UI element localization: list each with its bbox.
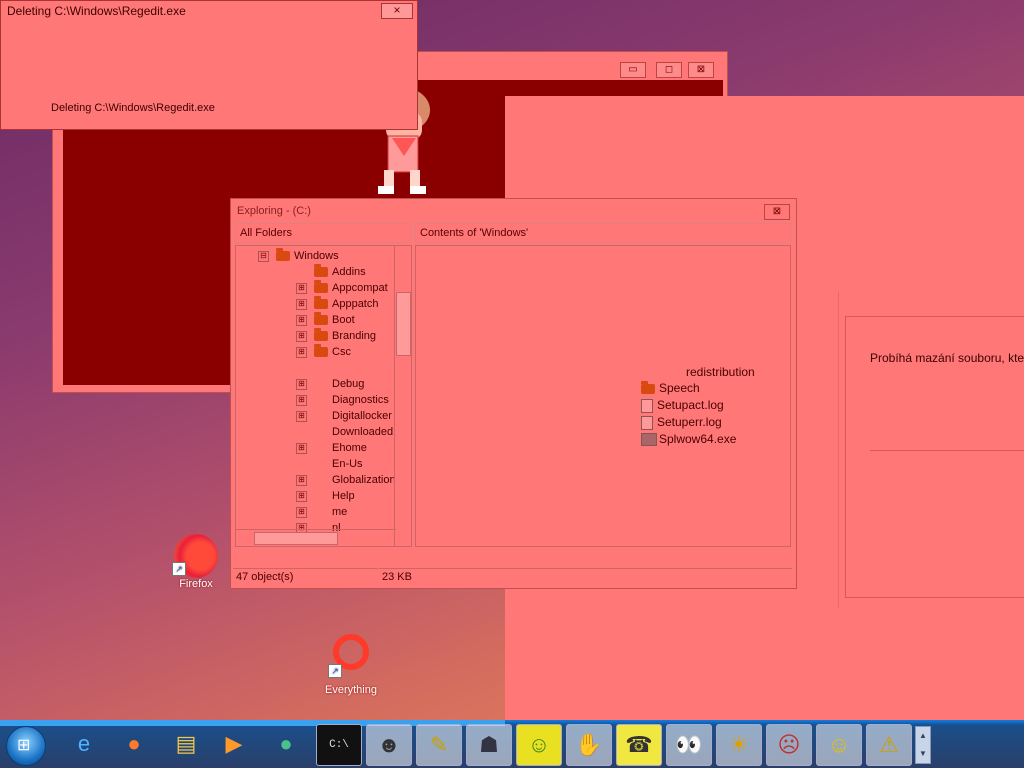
exe-icon — [641, 433, 657, 447]
list-item[interactable]: redistribution — [686, 364, 755, 380]
expand-icon[interactable]: ⊞ — [296, 491, 307, 502]
maximize-button[interactable]: ◻ — [656, 62, 682, 78]
expand-icon[interactable]: ⊞ — [296, 411, 307, 422]
list-item[interactable]: Splwow64.exe — [641, 431, 736, 447]
list-item[interactable]: Setuperr.log — [641, 414, 722, 430]
desktop-icon-firefox[interactable]: ↗ Firefox — [166, 534, 226, 590]
tree-item-digitallocker[interactable]: ⊞ Digitallocker — [296, 408, 392, 424]
cmd-icon[interactable]: C:\ — [316, 724, 362, 766]
expand-icon[interactable]: ⊞ — [296, 379, 307, 390]
expand-icon[interactable]: ⊞ — [296, 347, 307, 358]
tree-item-apppatch[interactable]: ⊞ Apppatch — [296, 296, 378, 312]
minimize-button[interactable]: ▭ — [620, 62, 646, 78]
hands-icon[interactable]: ✋ — [566, 724, 612, 766]
contents-header: Contents of 'Windows' — [415, 223, 791, 243]
firefox-taskbar-icon[interactable]: ● — [112, 724, 156, 764]
folder-contents-pane[interactable]: redistribution Speech Setupact.log Setup… — [415, 245, 791, 547]
scroll-up-icon[interactable]: ▲ — [916, 727, 930, 745]
desktop-icon-everything[interactable]: ↗ Everything — [318, 634, 384, 696]
dialog-message: Deleting C:\Windows\Regedit.exe — [51, 102, 215, 114]
expand-icon[interactable]: ⊞ — [296, 283, 307, 294]
folder-icon — [314, 328, 328, 342]
tree-horizontal-scrollbar[interactable] — [236, 529, 396, 546]
sun-icon[interactable]: ☀ — [716, 724, 762, 766]
scrollbar-thumb[interactable] — [396, 292, 411, 356]
scrollbar-thumb[interactable] — [254, 532, 338, 545]
tree-item-downloaded[interactable]: Downloaded — [332, 424, 393, 440]
scroll-down-icon[interactable]: ▼ — [916, 745, 930, 763]
start-button[interactable]: ⊞ — [6, 726, 46, 766]
folder-icon — [276, 248, 290, 262]
folder-tree[interactable]: ⊟ Windows Addins ⊞ Appcompat ⊞ Apppatch ⊞ Bo… — [235, 245, 412, 547]
pencil-icon[interactable]: ✎ — [416, 724, 462, 766]
phone-icon[interactable]: ☎ — [616, 724, 662, 766]
deleting-dialog: Deleting C:\Windows\Regedit.exe × Deleti… — [0, 0, 418, 130]
taskbar-scroll[interactable]: ▲ ▼ — [915, 726, 931, 764]
smiley-icon[interactable]: ☺ — [816, 724, 862, 766]
eyes-icon[interactable]: 👀 — [666, 724, 712, 766]
tree-item-branding[interactable]: ⊞ Branding — [296, 328, 376, 344]
tree-item-boot[interactable]: ⊞ Boot — [296, 312, 355, 328]
file-icon — [641, 415, 653, 430]
file-explorer-icon[interactable]: ▤ — [164, 724, 208, 764]
tree-item-appcompat[interactable]: ⊞ Appcompat — [296, 280, 388, 296]
tree-item-windows[interactable]: ⊟ Windows — [258, 248, 339, 264]
face-icon[interactable]: ☹ — [766, 724, 812, 766]
tree-item-addins[interactable]: Addins — [314, 264, 366, 280]
shortcut-arrow-icon: ↗ — [328, 664, 342, 678]
delete-progress-message: Probíhá mazání souboru, které n — [870, 351, 1024, 365]
expand-icon[interactable]: ⊞ — [296, 475, 307, 486]
chat-icon[interactable]: ● — [264, 724, 308, 764]
file-icon — [641, 398, 653, 413]
gorilla-icon[interactable]: ☻ — [366, 724, 412, 766]
taskbar: ⊞ e ● ▤ ▶ ● C:\ ☻ ✎ ☗ ☺ ✋ ☎ 👀 ☀ ☹ ☺ ⚠ ▲ … — [0, 720, 1024, 768]
expand-icon[interactable]: ⊞ — [296, 395, 307, 406]
desktop-icon-label: Firefox — [179, 578, 213, 590]
expand-icon[interactable]: ⊞ — [296, 331, 307, 342]
dialog-title: Deleting C:\Windows\Regedit.exe — [7, 4, 186, 18]
list-item[interactable]: Setupact.log — [641, 397, 724, 413]
status-size: 23 KB — [379, 568, 792, 586]
tree-vertical-scrollbar[interactable] — [394, 246, 411, 546]
tree-item-diagnostics[interactable]: ⊞ Diagnostics — [296, 392, 389, 408]
shortcut-arrow-icon: ↗ — [172, 562, 186, 576]
collapse-icon[interactable]: ⊟ — [258, 251, 269, 262]
close-button[interactable]: × — [381, 3, 413, 19]
close-button[interactable]: ⊠ — [764, 204, 790, 220]
media-player-icon[interactable]: ▶ — [212, 724, 256, 764]
window-title: Exploring - (C:) — [237, 205, 311, 217]
tree-item-debug[interactable]: ⊞ Debug — [296, 376, 364, 392]
expand-icon[interactable]: ⊞ — [296, 507, 307, 518]
warning-icon[interactable]: ⚠ — [866, 724, 912, 766]
folder-icon — [314, 344, 328, 358]
tree-item-me[interactable]: ⊞ me — [296, 504, 347, 520]
tree-item-ehome[interactable]: ⊞ Ehome — [296, 440, 367, 456]
folder-icon — [314, 296, 328, 310]
tree-item-globalization[interactable]: ⊞ Globalization — [296, 472, 396, 488]
list-item[interactable]: Speech — [641, 380, 700, 396]
folder-icon — [314, 264, 328, 278]
expand-icon[interactable]: ⊞ — [296, 315, 307, 326]
delete-progress-window: Probíhá mazání souboru, které n — [838, 292, 1024, 608]
tree-item-csc[interactable]: ⊞ Csc — [296, 344, 351, 360]
all-folders-header: All Folders — [235, 223, 411, 243]
tree-item-help[interactable]: ⊞ Help — [296, 488, 355, 504]
progress-bar — [870, 450, 1024, 463]
dog-icon[interactable]: ☗ — [466, 724, 512, 766]
close-button[interactable]: ⊠ — [688, 62, 714, 78]
ie-icon[interactable]: e — [62, 724, 106, 764]
windows-logo-icon: ⊞ — [17, 737, 31, 754]
folder-icon — [314, 312, 328, 326]
expand-icon[interactable]: ⊞ — [296, 299, 307, 310]
desktop-icon-label: Everything — [325, 684, 377, 696]
explorer-window: Exploring - (C:) ⊠ All Folders Contents … — [230, 198, 797, 589]
status-object-count: 47 object(s) — [233, 568, 378, 586]
folder-icon — [314, 280, 328, 294]
goblin-icon[interactable]: ☺ — [516, 724, 562, 766]
folder-icon — [641, 380, 655, 394]
expand-icon[interactable]: ⊞ — [296, 443, 307, 454]
tree-item-en-us[interactable]: En-Us — [332, 456, 363, 472]
